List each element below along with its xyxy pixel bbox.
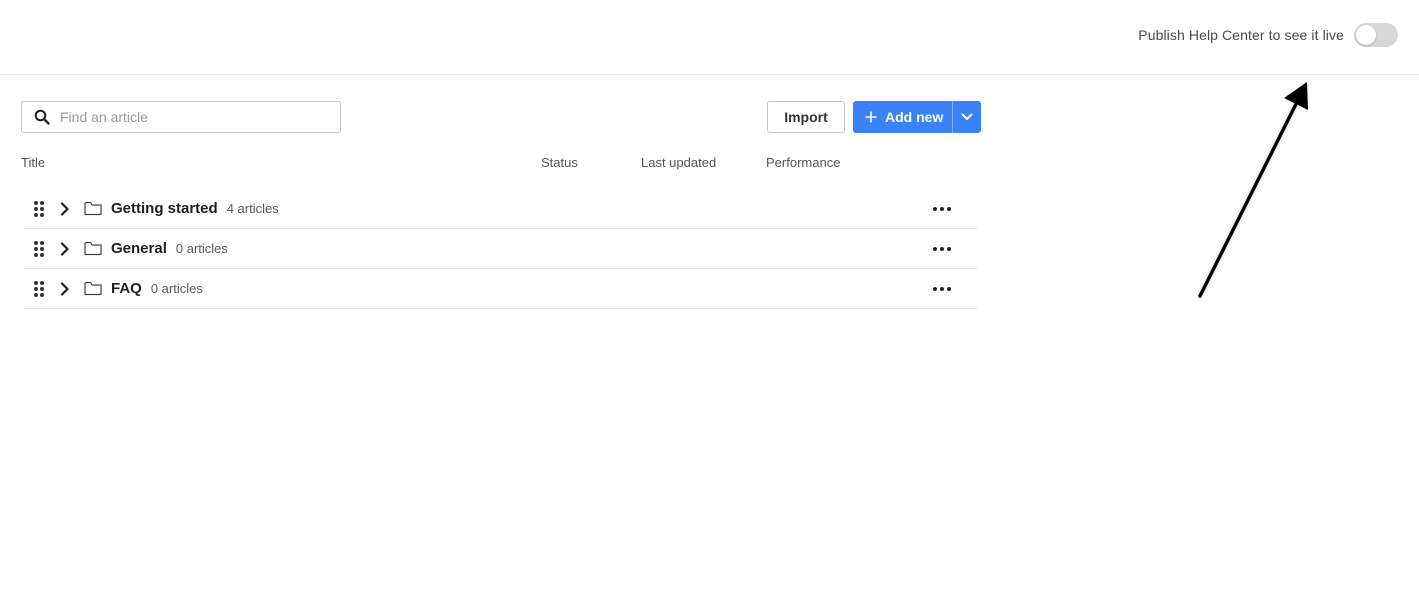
annotation-arrow <box>1198 82 1308 298</box>
